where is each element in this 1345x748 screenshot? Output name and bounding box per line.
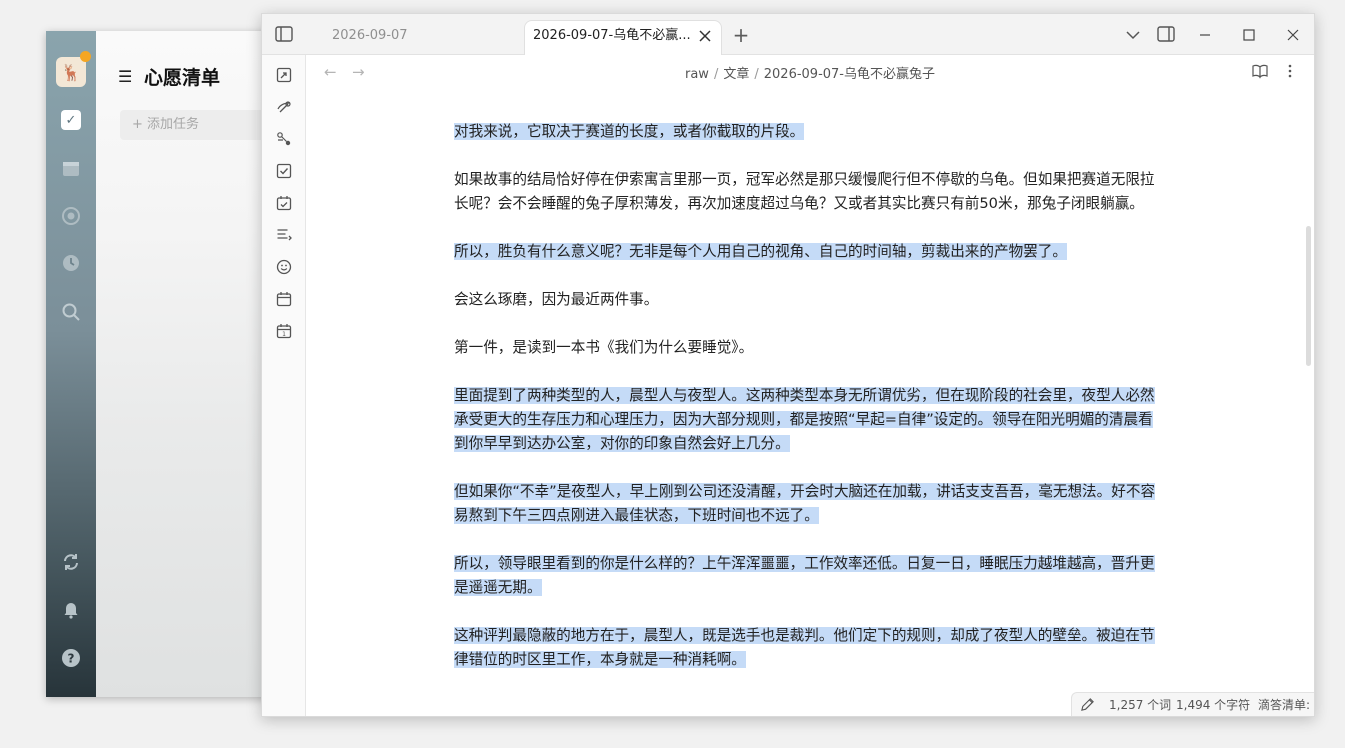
calendar-icon[interactable]	[61, 158, 81, 178]
status-bar: 1,257 个词 1,494 个字符 滴答清单: 已连接	[1071, 692, 1314, 716]
task-checkbox-icon[interactable]	[274, 161, 294, 181]
selected-text: 这种评判最隐蔽的地方在于，晨型人，既是选手也是裁判。他们定下的规则，却成了夜型人…	[454, 627, 1155, 668]
selected-text: 对我来说，它取决于赛道的长度，或者你截取的片段。	[454, 123, 805, 140]
task-check-icon[interactable]: ✓	[61, 110, 81, 130]
avatar[interactable]: 🦌	[56, 57, 86, 87]
paragraph: 对我来说，它取决于赛道的长度，或者你截取的片段。	[454, 120, 1159, 144]
background-todo-app: 🦌 ✓ ? ☰ 心愿清单 + 添加任务	[46, 31, 290, 697]
search-icon[interactable]	[61, 302, 81, 322]
sync-icon[interactable]	[61, 552, 81, 572]
note-editor-window: 2026-09-07 2026-09-07-乌龟不必赢... + 1 ← → r…	[261, 13, 1315, 717]
tab-active-note[interactable]: 2026-09-07-乌龟不必赢...	[524, 20, 722, 55]
close-window-icon[interactable]	[1284, 26, 1302, 44]
char-count: 1,494 个字符	[1176, 698, 1251, 712]
bell-icon[interactable]	[61, 599, 81, 619]
premium-crown-icon	[80, 51, 91, 62]
list-title: 心愿清单	[144, 67, 221, 89]
tab-daily-note[interactable]: 2026-09-07	[306, 22, 557, 54]
breadcrumb-folder[interactable]: raw	[685, 67, 709, 82]
edit-pencil-icon[interactable]	[1080, 697, 1096, 713]
chevron-down-icon[interactable]	[1124, 26, 1142, 44]
help-icon[interactable]: ?	[61, 648, 81, 668]
paragraph: 会这么琢磨，因为最近两件事。	[454, 288, 1159, 312]
title-bar: 2026-09-07 2026-09-07-乌龟不必赢... +	[262, 14, 1314, 55]
paragraph-text: 第一件，是读到一本书《我们为什么要睡觉》。	[454, 339, 754, 356]
smiley-icon[interactable]	[274, 257, 294, 277]
maximize-icon[interactable]	[1240, 26, 1258, 44]
breadcrumb-note-title[interactable]: 2026-09-07-乌龟不必赢兔子	[764, 67, 935, 82]
vertical-scrollbar[interactable]	[1306, 226, 1311, 366]
paragraph: 如果故事的结局恰好停在伊索寓言里那一页，冠军必然是那只缓慢爬行但不停歇的乌龟。但…	[454, 168, 1159, 216]
plugin-status[interactable]: 滴答清单: 已连接	[1258, 693, 1314, 716]
breadcrumb-subfolder[interactable]: 文章	[723, 67, 749, 82]
calendar-icon[interactable]	[274, 289, 294, 309]
toggle-left-sidebar-icon[interactable]	[274, 25, 294, 43]
paragraph: 但如果你“不幸”是夜型人，早上刚到公司还没清醒，开会时大脑还在加载，讲话支支吾吾…	[454, 480, 1159, 528]
paragraph: 所以，领导眼里看到的你是什么样的？上午浑浑噩噩，工作效率还低。日复一日，睡眠压力…	[454, 552, 1159, 600]
breadcrumb-separator: /	[713, 67, 719, 82]
note-body[interactable]: 对我来说，它取决于赛道的长度，或者你截取的片段。 如果故事的结局恰好停在伊索寓言…	[454, 120, 1159, 696]
paragraph-text: 如果故事的结局恰好停在伊索寓言里那一页，冠军必然是那只缓慢爬行但不停歇的乌龟。但…	[454, 171, 1155, 212]
minimize-icon[interactable]	[1196, 26, 1214, 44]
word-count: 1,257 个词	[1109, 698, 1172, 712]
todo-sidebar-rail: 🦌 ✓ ?	[46, 31, 96, 697]
excalidraw-icon[interactable]	[274, 97, 294, 117]
more-options-icon[interactable]	[1282, 63, 1300, 81]
note-view: ← → raw / 文章/2026-09-07-乌龟不必赢兔子 对我来说，它取决于赛…	[306, 55, 1314, 716]
tab-label: 2026-09-07-乌龟不必赢...	[533, 28, 691, 43]
breadcrumb-separator: /	[754, 67, 759, 82]
selected-text: 但如果你“不幸”是夜型人，早上刚到公司还没清醒，开会时大脑还在加载，讲话支支吾吾…	[454, 483, 1156, 524]
paragraph: 所以，胜负有什么意义呢？无非是每个人用自己的视角、自己的时间轴，剪裁出来的产物罢…	[454, 240, 1159, 264]
paragraph-text: 会这么琢磨，因为最近两件事。	[454, 291, 659, 308]
tab-label: 2026-09-07	[332, 28, 408, 43]
svg-text:1: 1	[282, 331, 286, 338]
svg-text:?: ?	[68, 652, 75, 666]
collapse-menu-icon[interactable]: ☰	[118, 67, 132, 86]
calendar-check-icon[interactable]	[274, 193, 294, 213]
outline-list-icon[interactable]	[274, 225, 294, 245]
graph-view-icon[interactable]	[274, 129, 294, 149]
toggle-right-sidebar-icon[interactable]	[1156, 25, 1176, 43]
open-quick-switcher-icon[interactable]	[274, 65, 294, 85]
clock-icon[interactable]	[61, 253, 81, 273]
close-tab-icon[interactable]	[697, 28, 713, 44]
selected-text: 所以，胜负有什么意义呢？无非是每个人用自己的视角、自己的时间轴，剪裁出来的产物罢…	[454, 243, 1067, 260]
left-ribbon: 1	[262, 55, 306, 716]
paragraph: 里面提到了两种类型的人，晨型人与夜型人。这两种类型本身无所谓优劣，但在现阶段的社…	[454, 384, 1159, 456]
new-tab-button[interactable]: +	[732, 23, 750, 47]
focus-icon[interactable]	[61, 206, 81, 226]
selected-text: 里面提到了两种类型的人，晨型人与夜型人。这两种类型本身无所谓优劣，但在现阶段的社…	[454, 387, 1155, 452]
add-task-placeholder: 添加任务	[147, 117, 200, 132]
paragraph: 第一件，是读到一本书《我们为什么要睡觉》。	[454, 336, 1159, 360]
daily-note-icon[interactable]: 1	[274, 321, 294, 341]
selected-text: 所以，领导眼里看到的你是什么样的？上午浑浑噩噩，工作效率还低。日复一日，睡眠压力…	[454, 555, 1155, 596]
reading-view-icon[interactable]	[1252, 63, 1270, 81]
paragraph: 这种评判最隐蔽的地方在于，晨型人，既是选手也是裁判。他们定下的规则，却成了夜型人…	[454, 624, 1159, 672]
todo-main-panel: ☰ 心愿清单 + 添加任务	[96, 31, 290, 697]
breadcrumb: raw / 文章 / 2026-09-07-乌龟不必赢兔子	[306, 63, 1314, 82]
